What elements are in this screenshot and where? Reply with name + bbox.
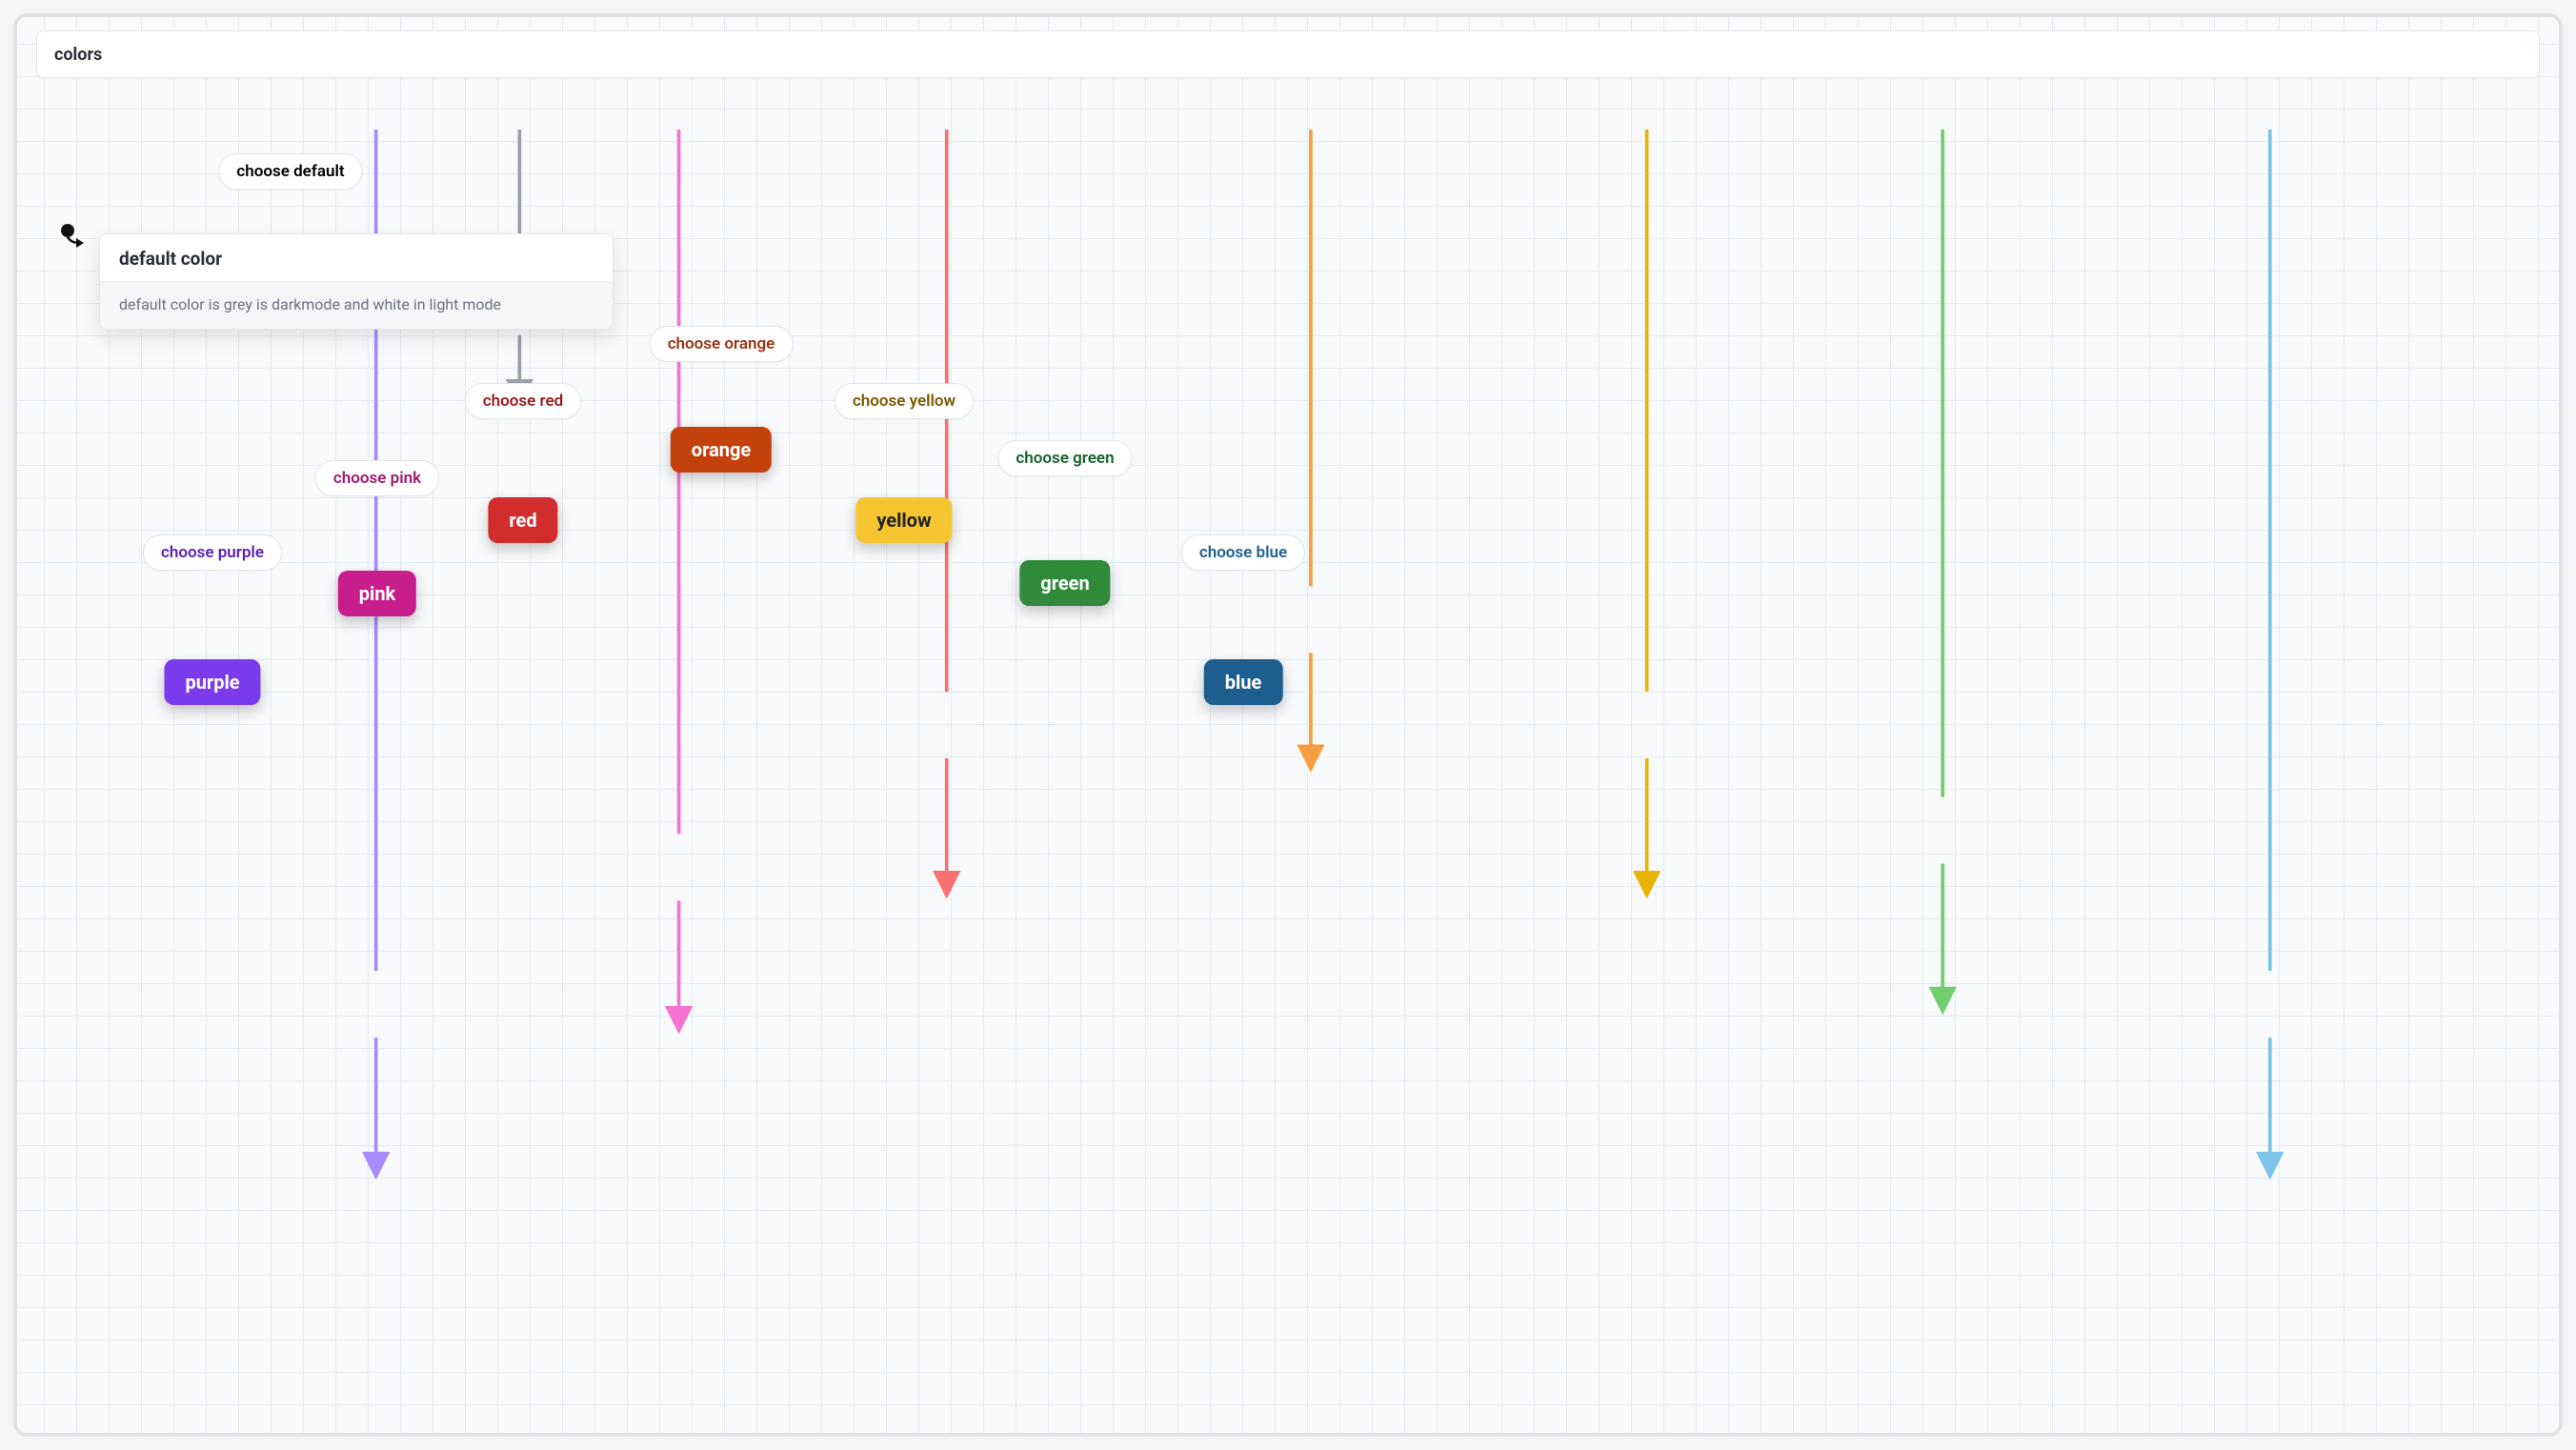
default-color-heading: default color	[100, 234, 613, 281]
page-title: colors	[54, 45, 102, 65]
box-label: purple	[185, 671, 239, 694]
box-purple[interactable]: purple	[164, 659, 260, 705]
pill-choose-purple[interactable]: choose purple	[143, 534, 282, 571]
diagram-frame: colors	[13, 13, 2563, 1437]
title-bar: colors	[36, 30, 2540, 78]
nodes-layer: choose default default color default col…	[17, 17, 2559, 1433]
box-label: pink	[359, 582, 395, 605]
pill-label: choose default	[236, 162, 344, 181]
pill-label: choose blue	[1199, 543, 1287, 562]
box-label: red	[509, 509, 536, 532]
pill-label: choose pink	[333, 469, 421, 488]
default-color-card[interactable]: default color default color is grey is d…	[99, 233, 614, 330]
default-color-body: default color is grey is darkmode and wh…	[100, 281, 613, 329]
box-green[interactable]: green	[1019, 560, 1110, 606]
box-label: orange	[692, 438, 751, 461]
pill-label: choose green	[1016, 449, 1114, 468]
pill-choose-orange[interactable]: choose orange	[650, 326, 794, 362]
box-pink[interactable]: pink	[338, 571, 416, 616]
box-label: yellow	[876, 509, 931, 532]
pill-label: choose red	[483, 392, 563, 411]
initial-state-icon	[61, 224, 90, 252]
box-label: green	[1040, 572, 1089, 594]
box-yellow[interactable]: yellow	[855, 497, 952, 543]
box-red[interactable]: red	[488, 497, 557, 543]
pill-label: choose yellow	[853, 392, 956, 411]
pill-label: choose purple	[161, 543, 264, 562]
pill-choose-pink[interactable]: choose pink	[315, 460, 439, 496]
pill-choose-green[interactable]: choose green	[997, 440, 1132, 476]
pill-choose-red[interactable]: choose red	[465, 383, 581, 419]
pill-choose-yellow[interactable]: choose yellow	[835, 383, 974, 419]
box-orange[interactable]: orange	[671, 427, 772, 473]
pill-label: choose orange	[668, 334, 775, 353]
box-blue[interactable]: blue	[1204, 659, 1283, 705]
pill-choose-default[interactable]: choose default	[218, 153, 362, 190]
pill-choose-blue[interactable]: choose blue	[1181, 534, 1305, 571]
box-label: blue	[1225, 671, 1262, 694]
